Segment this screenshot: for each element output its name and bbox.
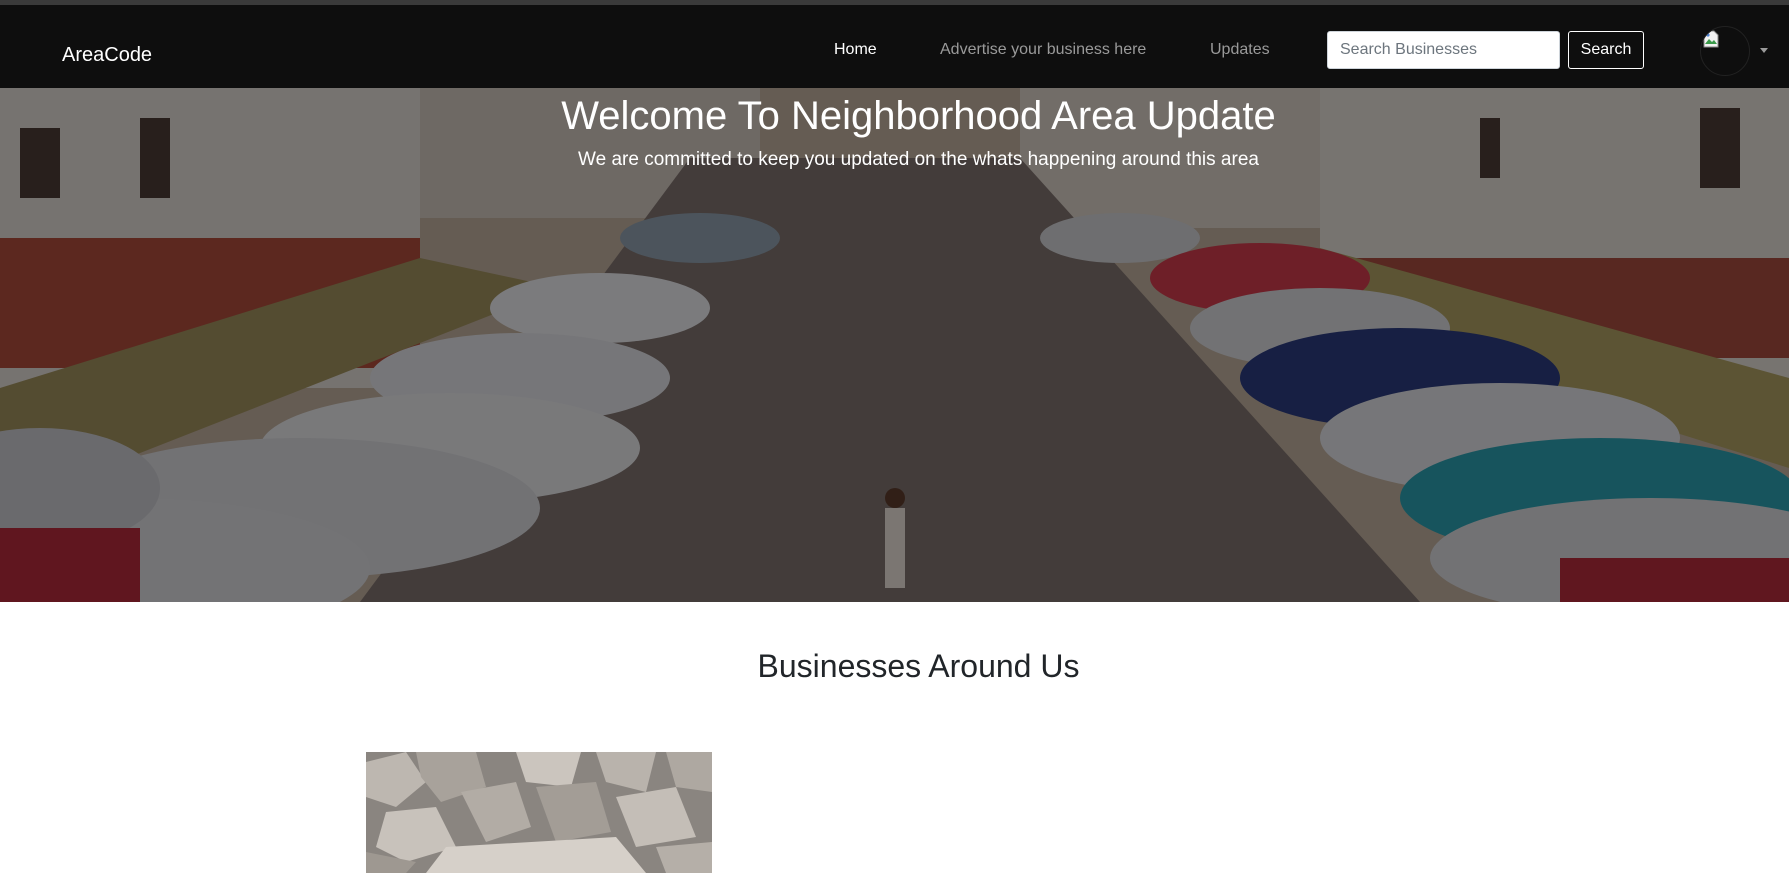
hero-title: Welcome To Neighborhood Area Update [561,94,1276,138]
top-navbar: AreaCode Home Advertise your business he… [0,5,1789,88]
quarry-stones-photo [366,752,712,873]
brand-logo-link[interactable]: AreaCode [62,44,152,67]
search-businesses-input[interactable] [1327,31,1560,69]
search-button[interactable]: Search [1568,31,1644,69]
hero-subtitle: We are committed to keep you updated on … [578,149,1259,170]
nav-link-home[interactable]: Home [834,41,877,59]
caret-down-icon[interactable] [1760,48,1768,53]
business-card-image[interactable] [366,752,712,873]
broken-image-icon [1703,30,1719,48]
nav-link-advertise[interactable]: Advertise your business here [940,41,1146,59]
businesses-section-title: Businesses Around Us [757,648,1080,684]
nav-link-updates[interactable]: Updates [1210,41,1270,59]
hero-banner: Welcome To Neighborhood Area Update We a… [0,88,1789,602]
user-avatar-icon[interactable] [1700,26,1750,76]
